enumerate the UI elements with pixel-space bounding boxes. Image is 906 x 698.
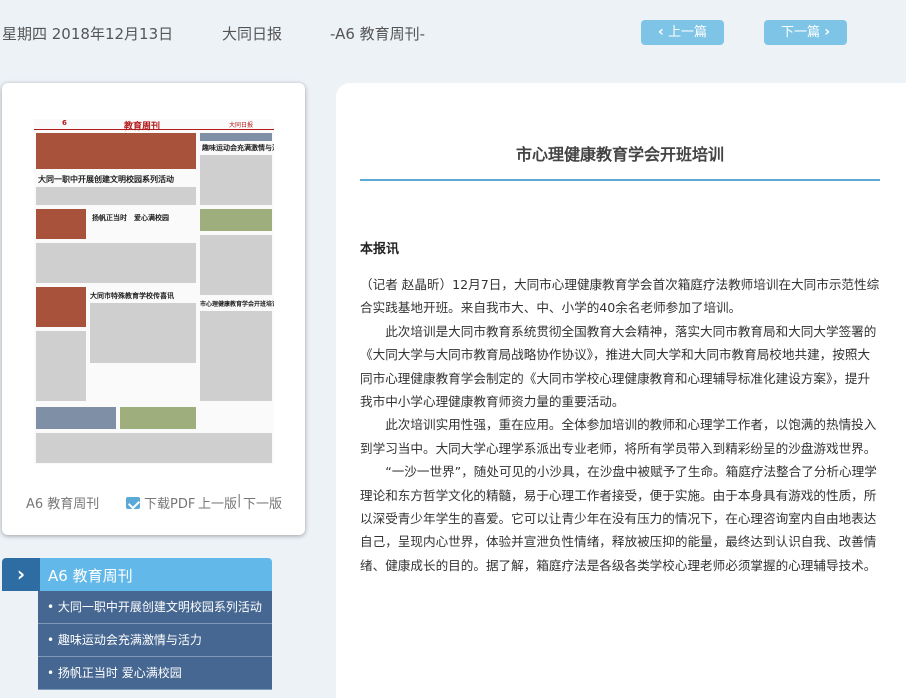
thumbnail-masthead: 6 教育周刊 大同日报 [34, 119, 274, 132]
thumbnail-text-block [36, 433, 272, 463]
download-icon [126, 497, 140, 509]
thumbnail-text-block [90, 303, 196, 363]
thumbnail-text-block [200, 311, 272, 401]
article-paragraph: 此次培训是大同市教育系统贯彻全国教育大会精神，落实大同市教育局和大同大学签署的《… [360, 323, 877, 410]
prev-article-label: 上一篇 [667, 25, 707, 40]
next-page-link[interactable]: 下一版 [243, 493, 282, 512]
thumbnail-text-block [36, 243, 196, 283]
page-thumbnail[interactable]: 6 教育周刊 大同日报 趣味运动会充满激情与活力 大同一职中开展创建文明校园系列… [34, 119, 274, 464]
prev-article-button[interactable]: ‹ 上一篇 [641, 20, 724, 45]
thumbnail-page-number: 6 [62, 119, 67, 127]
link-separator: | [237, 493, 242, 508]
thumbnail-headline: 趣味运动会充满激情与活力 [202, 144, 274, 152]
article-paragraph: 此次培训实用性强，重在应用。全体参加培训的教师和心理学工作者，以饱满的热情投入到… [360, 417, 877, 456]
article-panel: 市心理健康教育学会开班培训 本报讯 （记者 赵晶昕）12月7日，大同市心理健康教… [336, 83, 906, 698]
download-pdf-link[interactable]: 下载PDF [126, 493, 195, 512]
thumbnail-photo [36, 133, 196, 169]
top-bar: 星期四 2018年12月13日 大同日报 -A6 教育周刊- ‹ 上一篇 下一篇… [0, 0, 906, 66]
thumbnail-headline: 大同市特殊教育学校传喜讯 [90, 292, 174, 300]
article-list-item[interactable]: • 扬帆正当时 爱心满校园 [38, 657, 272, 690]
article-paragraph: （记者 赵晶昕）12月7日，大同市心理健康教育学会首次箱庭疗法教师培训在大同市示… [360, 277, 880, 316]
thumbnail-photo [200, 133, 272, 141]
article-list-item[interactable]: • 趣味运动会充满激情与活力 [38, 624, 272, 657]
page-preview-card: 6 教育周刊 大同日报 趣味运动会充满激情与活力 大同一职中开展创建文明校园系列… [2, 83, 305, 535]
thumbnail-brand: 大同日报 [229, 122, 254, 129]
article-byline: 本报讯 [360, 242, 400, 257]
chevron-right-icon: › [2, 558, 40, 591]
thumbnail-headline: 大同一职中开展创建文明校园系列活动 [38, 175, 174, 184]
page-section-label: A6 教育周刊 [26, 497, 100, 512]
thumbnail-photo [120, 407, 196, 429]
thumbnail-photo [36, 209, 86, 239]
article-body: （记者 赵晶昕）12月7日，大同市心理健康教育学会首次箱庭疗法教师培训在大同市示… [360, 273, 882, 577]
thumbnail-headline: 市心理健康教育学会开班培训 [200, 301, 274, 308]
issue-date: 星期四 2018年12月13日 [2, 25, 174, 43]
article-title: 市心理健康教育学会开班培训 [515, 145, 724, 164]
next-article-button[interactable]: 下一篇 › [764, 20, 847, 45]
article-list: • 大同一职中开展创建文明校园系列活动 • 趣味运动会充满激情与活力 • 扬帆正… [38, 591, 272, 690]
section-list-title: A6 教育周刊 [48, 567, 133, 585]
thumbnail-text-block [36, 331, 86, 401]
title-divider [360, 179, 880, 181]
page-section: -A6 教育周刊- [330, 25, 426, 43]
newspaper-name: 大同日报 [222, 25, 283, 43]
thumbnail-photo [200, 209, 272, 231]
prev-page-link[interactable]: 上一版 [198, 493, 237, 512]
section-list-header[interactable]: › A6 教育周刊 [2, 558, 272, 591]
article-paragraph: “一沙一世界”，随处可见的小沙具，在沙盘中被赋予了生命。箱庭疗法整合了分析心理学… [360, 464, 877, 573]
thumbnail-text-block [200, 235, 272, 295]
chevron-left-icon: ‹ [658, 24, 664, 40]
chevron-right-icon: › [824, 24, 830, 40]
thumbnail-rule [34, 129, 274, 130]
article-list-item[interactable]: • 大同一职中开展创建文明校园系列活动 [38, 591, 272, 624]
next-article-label: 下一篇 [781, 25, 821, 40]
thumbnail-section-title: 教育周刊 [124, 122, 161, 132]
thumbnail-photo [36, 407, 116, 429]
thumbnail-photo [36, 287, 86, 327]
thumbnail-text-block [36, 187, 196, 205]
thumbnail-text-block [200, 155, 272, 205]
thumbnail-headline: 扬帆正当时 爱心满校园 [92, 214, 169, 222]
